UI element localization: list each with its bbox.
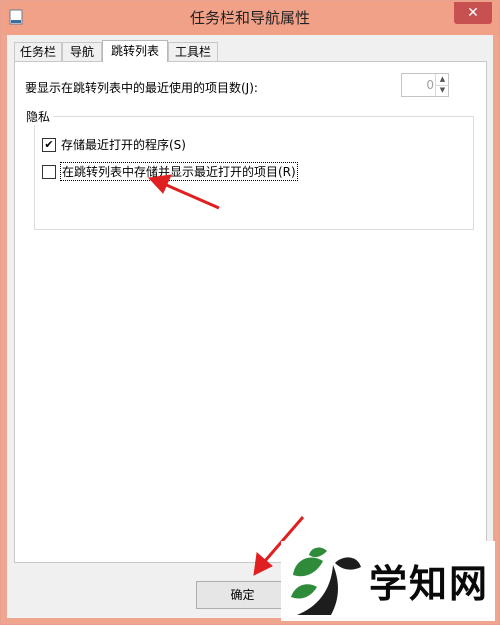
watermark: 学知网 bbox=[281, 541, 495, 621]
tab-jump-lists[interactable]: 跳转列表 bbox=[102, 40, 168, 62]
properties-window: 任务栏和导航属性 ✕ 任务栏 导航 跳转列表 工具栏 要显示在跳转列表中的最近使… bbox=[0, 0, 500, 625]
watermark-logo-icon bbox=[291, 547, 361, 615]
annotation-arrows bbox=[147, 174, 305, 576]
watermark-text: 学知网 bbox=[369, 561, 490, 606]
arrow-icon bbox=[147, 174, 220, 210]
